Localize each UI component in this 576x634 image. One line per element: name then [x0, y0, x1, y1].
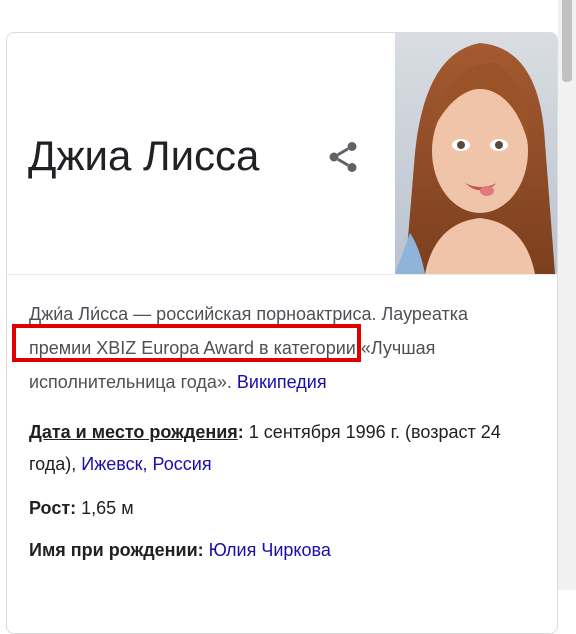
- fact-birth-label[interactable]: Дата и место рождения: [29, 422, 238, 442]
- panel-header: Джиа Лисса: [7, 33, 557, 274]
- page-scrollbar[interactable]: [558, 0, 576, 590]
- birthplace-country-link[interactable]: Россия: [153, 454, 212, 474]
- birth-name-link[interactable]: Юлия Чиркова: [209, 540, 331, 560]
- red-annotation-box: [12, 324, 361, 362]
- fact-birth: Дата и место рождения: 1 сентября 1996 г…: [29, 416, 529, 480]
- header-divider: [7, 274, 557, 275]
- wikipedia-link[interactable]: Википедия: [237, 372, 327, 392]
- birthplace-city-link[interactable]: Ижевск: [81, 454, 142, 474]
- scrollbar-thumb[interactable]: [562, 0, 572, 82]
- fact-birth-name-label: Имя при рождении: [29, 540, 198, 560]
- share-button[interactable]: [325, 139, 361, 175]
- entity-title: Джиа Лисса: [28, 132, 260, 179]
- fact-colon: :: [237, 422, 249, 442]
- fact-height: Рост: 1,65 м: [29, 492, 529, 524]
- fact-height-label: Рост: [29, 498, 71, 518]
- portrait-image: [395, 33, 557, 274]
- entity-photo[interactable]: [395, 33, 557, 274]
- fact-birth-name: Имя при рождении: Юлия Чиркова: [29, 534, 529, 566]
- fact-height-value: 1,65 м: [81, 498, 134, 518]
- birthplace-sep: ,: [142, 454, 153, 474]
- fact-colon: :: [197, 540, 209, 560]
- fact-colon: :: [70, 498, 82, 518]
- share-icon: [329, 142, 357, 172]
